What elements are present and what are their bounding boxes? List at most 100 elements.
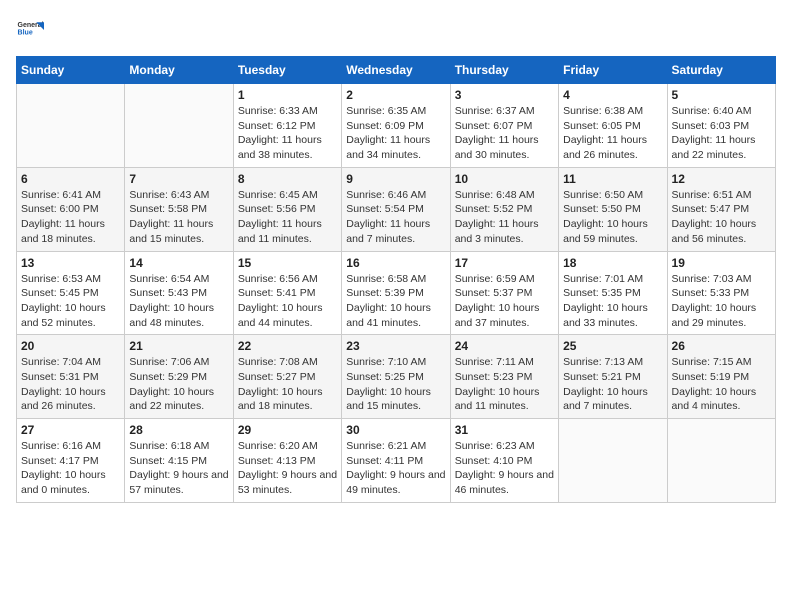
day-info: Sunrise: 6:54 AMSunset: 5:43 PMDaylight:…: [129, 272, 228, 331]
day-number: 20: [21, 339, 120, 353]
day-info: Sunrise: 7:15 AMSunset: 5:19 PMDaylight:…: [672, 355, 771, 414]
day-number: 24: [455, 339, 554, 353]
day-info: Sunrise: 6:23 AMSunset: 4:10 PMDaylight:…: [455, 439, 554, 498]
day-number: 3: [455, 88, 554, 102]
day-info: Sunrise: 7:10 AMSunset: 5:25 PMDaylight:…: [346, 355, 445, 414]
day-info: Sunrise: 6:46 AMSunset: 5:54 PMDaylight:…: [346, 188, 445, 247]
calendar-cell: 16 Sunrise: 6:58 AMSunset: 5:39 PMDayligh…: [342, 251, 450, 335]
weekday-wednesday: Wednesday: [342, 57, 450, 84]
day-info: Sunrise: 6:38 AMSunset: 6:05 PMDaylight:…: [563, 104, 662, 163]
day-info: Sunrise: 7:03 AMSunset: 5:33 PMDaylight:…: [672, 272, 771, 331]
day-number: 16: [346, 256, 445, 270]
week-row-2: 6Sunrise: 6:41 AMSunset: 6:00 PMDaylight…: [17, 167, 776, 251]
calendar-cell: 15 Sunrise: 6:56 AMSunset: 5:41 PMDayligh…: [233, 251, 341, 335]
calendar-cell: 20 Sunrise: 7:04 AMSunset: 5:31 PMDayligh…: [17, 335, 125, 419]
day-number: 30: [346, 423, 445, 437]
logo-icon: General Blue: [16, 16, 44, 44]
calendar-cell: 14 Sunrise: 6:54 AMSunset: 5:43 PMDayligh…: [125, 251, 233, 335]
svg-text:Blue: Blue: [18, 30, 33, 37]
weekday-saturday: Saturday: [667, 57, 775, 84]
day-number: 2: [346, 88, 445, 102]
calendar-cell: 7 Sunrise: 6:43 AMSunset: 5:58 PMDaylight…: [125, 167, 233, 251]
weekday-friday: Friday: [559, 57, 667, 84]
day-number: 31: [455, 423, 554, 437]
weekday-tuesday: Tuesday: [233, 57, 341, 84]
day-info: Sunrise: 6:45 AMSunset: 5:56 PMDaylight:…: [238, 188, 337, 247]
day-number: 9: [346, 172, 445, 186]
day-number: 6: [21, 172, 120, 186]
calendar-cell: 30Sunrise: 6:21 AMSunset: 4:11 PMDayligh…: [342, 419, 450, 503]
day-info: Sunrise: 7:04 AMSunset: 5:31 PMDaylight:…: [21, 355, 120, 414]
calendar-cell: 10 Sunrise: 6:48 AMSunset: 5:52 PMDayligh…: [450, 167, 558, 251]
week-row-3: 13 Sunrise: 6:53 AMSunset: 5:45 PMDayligh…: [17, 251, 776, 335]
week-row-1: 1 Sunrise: 6:33 AMSunset: 6:12 PMDaylight…: [17, 84, 776, 168]
calendar-cell: [667, 419, 775, 503]
day-info: Sunrise: 6:58 AMSunset: 5:39 PMDaylight:…: [346, 272, 445, 331]
day-info: Sunrise: 6:53 AMSunset: 5:45 PMDaylight:…: [21, 272, 120, 331]
calendar-table: SundayMondayTuesdayWednesdayThursdayFrid…: [16, 56, 776, 503]
day-number: 1: [238, 88, 337, 102]
day-info: Sunrise: 7:08 AMSunset: 5:27 PMDaylight:…: [238, 355, 337, 414]
calendar-cell: 22 Sunrise: 7:08 AMSunset: 5:27 PMDayligh…: [233, 335, 341, 419]
day-number: 21: [129, 339, 228, 353]
day-number: 11: [563, 172, 662, 186]
weekday-header-row: SundayMondayTuesdayWednesdayThursdayFrid…: [17, 57, 776, 84]
day-info: Sunrise: 6:48 AMSunset: 5:52 PMDaylight:…: [455, 188, 554, 247]
day-number: 13: [21, 256, 120, 270]
day-info: Sunrise: 6:56 AMSunset: 5:41 PMDaylight:…: [238, 272, 337, 331]
day-number: 29: [238, 423, 337, 437]
day-number: 25: [563, 339, 662, 353]
calendar-cell: 1 Sunrise: 6:33 AMSunset: 6:12 PMDaylight…: [233, 84, 341, 168]
day-number: 17: [455, 256, 554, 270]
day-info: Sunrise: 6:40 AMSunset: 6:03 PMDaylight:…: [672, 104, 771, 163]
calendar-cell: 28Sunrise: 6:18 AMSunset: 4:15 PMDayligh…: [125, 419, 233, 503]
calendar-cell: 26 Sunrise: 7:15 AMSunset: 5:19 PMDayligh…: [667, 335, 775, 419]
day-info: Sunrise: 6:43 AMSunset: 5:58 PMDaylight:…: [129, 188, 228, 247]
calendar-cell: 21 Sunrise: 7:06 AMSunset: 5:29 PMDayligh…: [125, 335, 233, 419]
calendar-cell: 25 Sunrise: 7:13 AMSunset: 5:21 PMDayligh…: [559, 335, 667, 419]
day-number: 26: [672, 339, 771, 353]
calendar-cell: [125, 84, 233, 168]
day-info: Sunrise: 7:13 AMSunset: 5:21 PMDaylight:…: [563, 355, 662, 414]
day-number: 12: [672, 172, 771, 186]
calendar-cell: 27Sunrise: 6:16 AMSunset: 4:17 PMDayligh…: [17, 419, 125, 503]
week-row-4: 20 Sunrise: 7:04 AMSunset: 5:31 PMDayligh…: [17, 335, 776, 419]
day-number: 23: [346, 339, 445, 353]
weekday-sunday: Sunday: [17, 57, 125, 84]
calendar-cell: 2Sunrise: 6:35 AMSunset: 6:09 PMDaylight…: [342, 84, 450, 168]
calendar-cell: [559, 419, 667, 503]
day-number: 22: [238, 339, 337, 353]
calendar-cell: [17, 84, 125, 168]
day-number: 15: [238, 256, 337, 270]
day-info: Sunrise: 6:37 AMSunset: 6:07 PMDaylight:…: [455, 104, 554, 163]
day-info: Sunrise: 6:50 AMSunset: 5:50 PMDaylight:…: [563, 188, 662, 247]
day-number: 10: [455, 172, 554, 186]
calendar-cell: 29 Sunrise: 6:20 AMSunset: 4:13 PMDayligh…: [233, 419, 341, 503]
calendar-cell: 3 Sunrise: 6:37 AMSunset: 6:07 PMDaylight…: [450, 84, 558, 168]
day-number: 4: [563, 88, 662, 102]
calendar-cell: 18 Sunrise: 7:01 AMSunset: 5:35 PMDayligh…: [559, 251, 667, 335]
week-row-5: 27Sunrise: 6:16 AMSunset: 4:17 PMDayligh…: [17, 419, 776, 503]
day-number: 7: [129, 172, 228, 186]
calendar-cell: 24 Sunrise: 7:11 AMSunset: 5:23 PMDayligh…: [450, 335, 558, 419]
weekday-monday: Monday: [125, 57, 233, 84]
day-number: 19: [672, 256, 771, 270]
day-number: 8: [238, 172, 337, 186]
weekday-thursday: Thursday: [450, 57, 558, 84]
calendar-cell: 13 Sunrise: 6:53 AMSunset: 5:45 PMDayligh…: [17, 251, 125, 335]
day-number: 5: [672, 88, 771, 102]
day-info: Sunrise: 6:59 AMSunset: 5:37 PMDaylight:…: [455, 272, 554, 331]
calendar-cell: 8 Sunrise: 6:45 AMSunset: 5:56 PMDaylight…: [233, 167, 341, 251]
day-info: Sunrise: 7:06 AMSunset: 5:29 PMDaylight:…: [129, 355, 228, 414]
day-info: Sunrise: 7:11 AMSunset: 5:23 PMDaylight:…: [455, 355, 554, 414]
day-number: 18: [563, 256, 662, 270]
day-info: Sunrise: 6:20 AMSunset: 4:13 PMDaylight:…: [238, 439, 337, 498]
day-info: Sunrise: 6:51 AMSunset: 5:47 PMDaylight:…: [672, 188, 771, 247]
day-number: 14: [129, 256, 228, 270]
day-info: Sunrise: 7:01 AMSunset: 5:35 PMDaylight:…: [563, 272, 662, 331]
day-info: Sunrise: 6:33 AMSunset: 6:12 PMDaylight:…: [238, 104, 337, 163]
calendar-cell: 23 Sunrise: 7:10 AMSunset: 5:25 PMDayligh…: [342, 335, 450, 419]
logo: General Blue: [16, 16, 44, 44]
calendar-cell: 5 Sunrise: 6:40 AMSunset: 6:03 PMDaylight…: [667, 84, 775, 168]
calendar-cell: 6Sunrise: 6:41 AMSunset: 6:00 PMDaylight…: [17, 167, 125, 251]
